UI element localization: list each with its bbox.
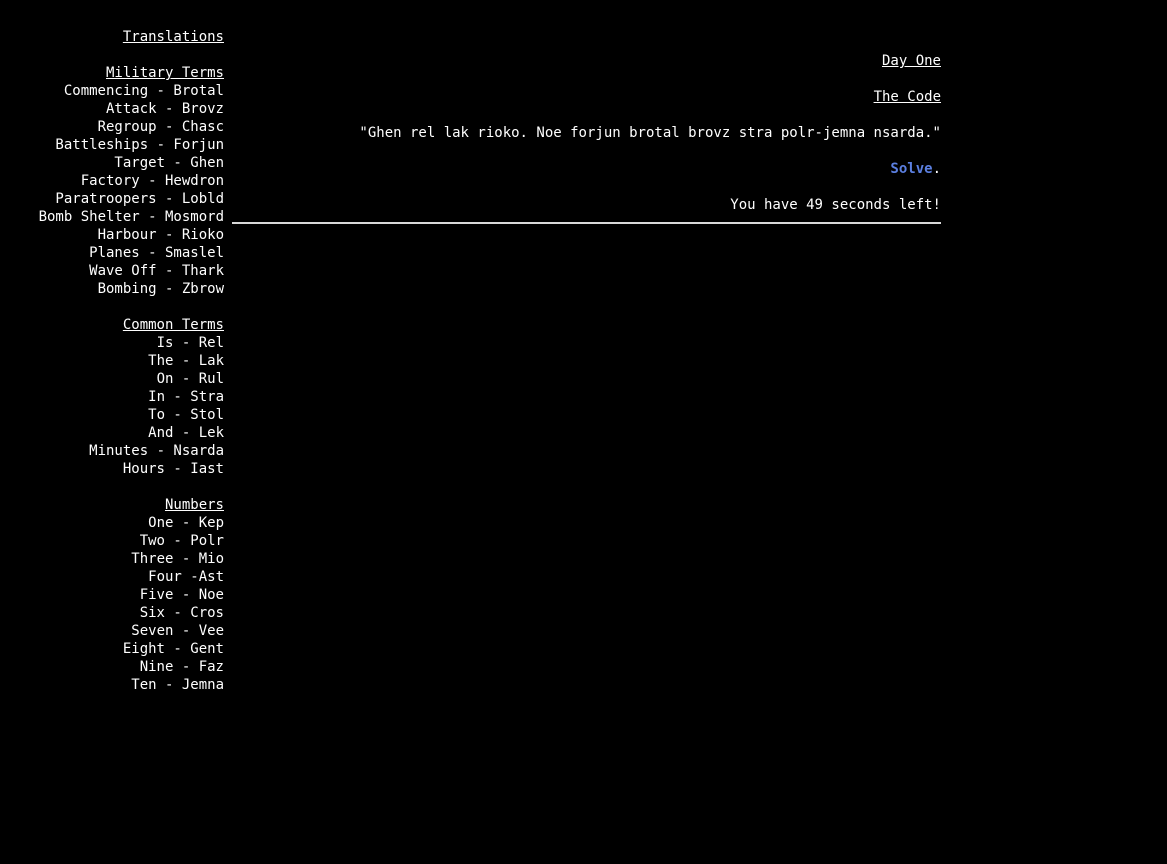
translation-term: Seven - Vee xyxy=(131,623,224,639)
day-title: Day One xyxy=(881,53,941,69)
translation-term: Four -Ast xyxy=(148,569,224,585)
divider-line xyxy=(232,222,941,224)
translation-term: Bomb Shelter - Mosmord xyxy=(38,209,224,225)
translation-term: Ten - Jemna xyxy=(131,677,224,693)
code-heading: The Code xyxy=(873,89,941,105)
translation-term: Minutes - Nsarda xyxy=(89,443,224,459)
translation-term: Five - Noe xyxy=(139,587,224,603)
translations-title: Translations xyxy=(122,29,224,45)
translation-term: Target - Ghen xyxy=(114,155,224,171)
translation-term: Planes - Smaslel xyxy=(89,245,224,261)
main-panel: Day One The Code "Ghen rel lak rioko. No… xyxy=(232,52,941,214)
translation-term: Harbour - Rioko xyxy=(97,227,224,243)
section-heading: Numbers xyxy=(164,497,224,513)
translation-term: And - Lek xyxy=(148,425,224,441)
translation-term: In - Stra xyxy=(148,389,224,405)
translation-term: Wave Off - Thark xyxy=(89,263,224,279)
translation-term: The - Lak xyxy=(148,353,224,369)
translation-term: One - Kep xyxy=(148,515,224,531)
translation-term: Paratroopers - Lobld xyxy=(55,191,224,207)
timer-seconds: 49 xyxy=(806,197,823,213)
code-text: "Ghen rel lak rioko. Noe forjun brotal b… xyxy=(359,125,941,141)
translation-term: To - Stol xyxy=(148,407,224,423)
section-heading: Military Terms xyxy=(105,65,224,81)
translation-term: Is - Rel xyxy=(156,335,224,351)
translation-term: Eight - Gent xyxy=(122,641,224,657)
solve-link[interactable]: Solve xyxy=(890,161,932,177)
translation-term: Hours - Iast xyxy=(122,461,224,477)
translation-term: On - Rul xyxy=(156,371,224,387)
translation-term: Regroup - Chasc xyxy=(97,119,224,135)
translation-term: Factory - Hewdron xyxy=(80,173,224,189)
translation-term: Commencing - Brotal xyxy=(63,83,224,99)
translation-term: Attack - Brovz xyxy=(105,101,224,117)
translation-term: Three - Mio xyxy=(131,551,224,567)
translation-term: Six - Cros xyxy=(139,605,224,621)
timer-prefix: You have xyxy=(730,197,807,213)
section-heading: Common Terms xyxy=(122,317,224,333)
solve-period: . xyxy=(932,161,941,177)
translations-sidebar: Translations Military Terms Commencing - … xyxy=(0,28,224,694)
timer-suffix: seconds left! xyxy=(822,197,941,213)
translation-term: Nine - Faz xyxy=(139,659,224,675)
translation-sections: Military Terms Commencing - Brotal Attack … xyxy=(0,64,224,694)
translation-term: Bombing - Zbrow xyxy=(97,281,224,297)
translation-term: Two - Polr xyxy=(139,533,224,549)
solve-line: Solve. xyxy=(232,160,941,178)
translation-term: Battleships - Forjun xyxy=(55,137,224,153)
timer-text: You have 49 seconds left! xyxy=(232,196,941,214)
